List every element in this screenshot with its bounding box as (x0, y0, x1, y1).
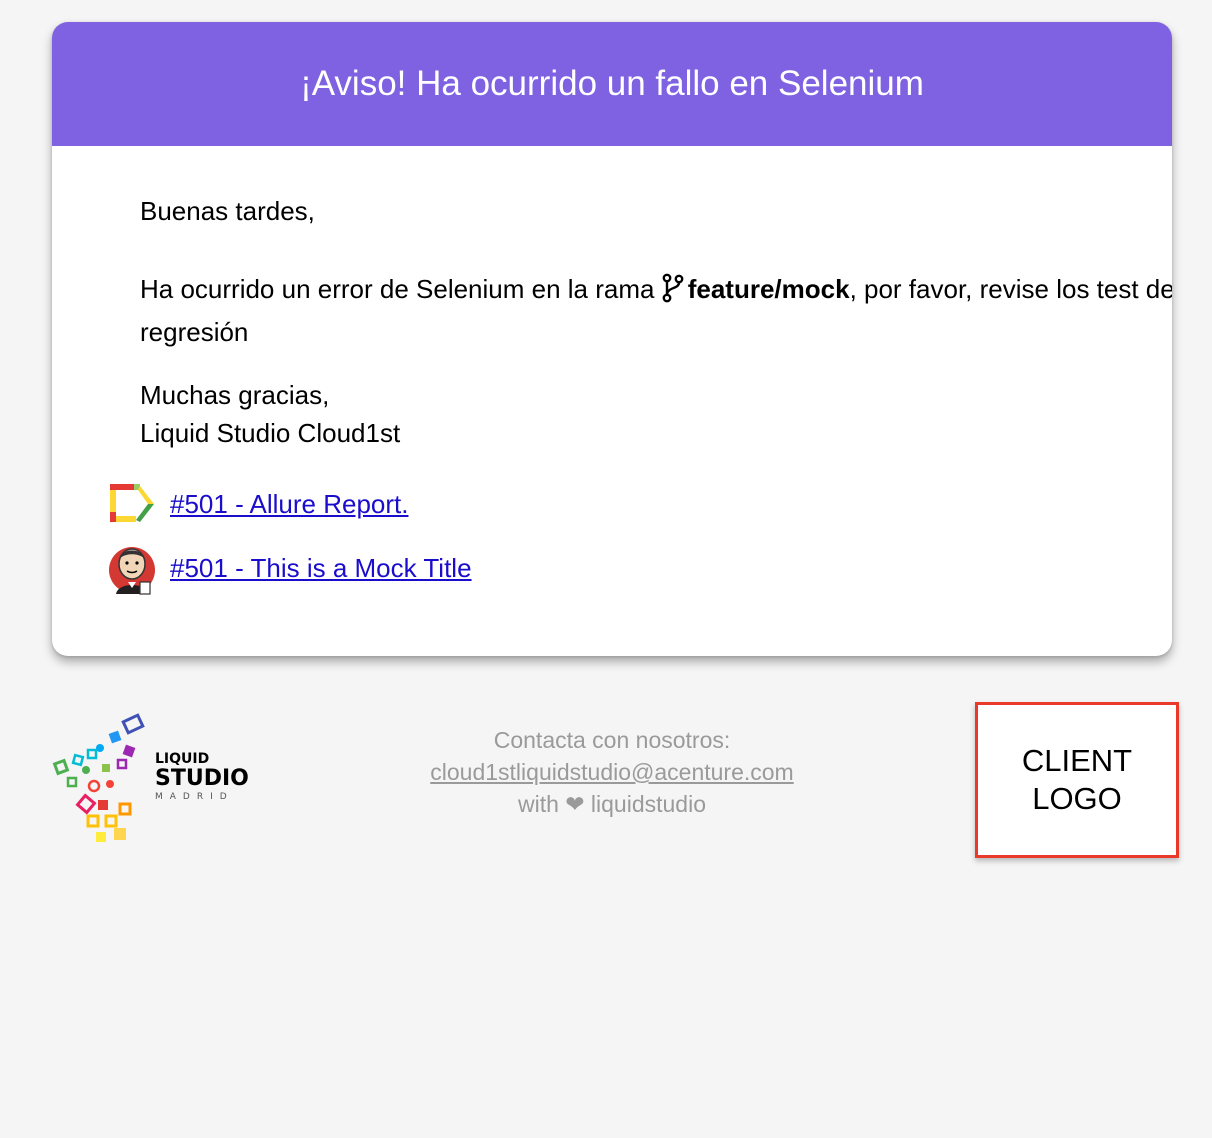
contact-block: Contacta con nosotros: cloud1stliquidstu… (372, 724, 852, 820)
jenkins-icon (108, 544, 156, 595)
liquid-studio-logo: LIQUID STUDIO MADRID (50, 712, 250, 854)
signoff: Muchas gracias, Liquid Studio Cloud1st (96, 376, 444, 452)
contact-email-link[interactable]: cloud1stliquidstudio@acenture.com (430, 759, 793, 785)
message-text: Ha ocurrido un error de Selenium en la r… (96, 270, 1172, 351)
client-logo-line2: LOGO (1032, 781, 1122, 816)
message-prefix: Ha ocurrido un error de Selenium en la r… (140, 274, 655, 304)
branch-name: feature/mock (687, 274, 850, 304)
signoff-thanks: Muchas gracias, (140, 380, 330, 410)
contact-label: Contacta con nosotros: (493, 727, 731, 753)
logo-madrid: MADRID (155, 792, 234, 802)
logo-liquid: LIQUID (155, 751, 210, 767)
greeting-text: Buenas tardes, (140, 196, 315, 226)
jenkins-link-row[interactable]: #501 - This is a Mock Title (108, 544, 472, 595)
logo-wordmark: LIQUID STUDIO MADRID (155, 752, 249, 802)
jenkins-build-link[interactable]: #501 - This is a Mock Title (170, 553, 472, 584)
allure-report-link-row[interactable]: #501 - Allure Report. (108, 480, 408, 528)
allure-report-icon (108, 480, 156, 528)
git-branch-icon (662, 273, 684, 313)
notification-card: ¡Aviso! Ha ocurrido un fallo en Selenium… (52, 22, 1172, 656)
signature-text: with ❤ liquidstudio (517, 791, 707, 817)
signoff-team: Liquid Studio Cloud1st (140, 418, 401, 448)
logo-studio: STUDIO (155, 766, 249, 791)
client-logo: CLIENT LOGO (975, 702, 1179, 858)
allure-report-link[interactable]: #501 - Allure Report. (170, 489, 408, 520)
client-logo-line1: CLIENT (1021, 743, 1133, 778)
page-title: ¡Aviso! Ha ocurrido un fallo en Selenium (300, 64, 924, 103)
card-header: ¡Aviso! Ha ocurrido un fallo en Selenium (52, 22, 1172, 146)
